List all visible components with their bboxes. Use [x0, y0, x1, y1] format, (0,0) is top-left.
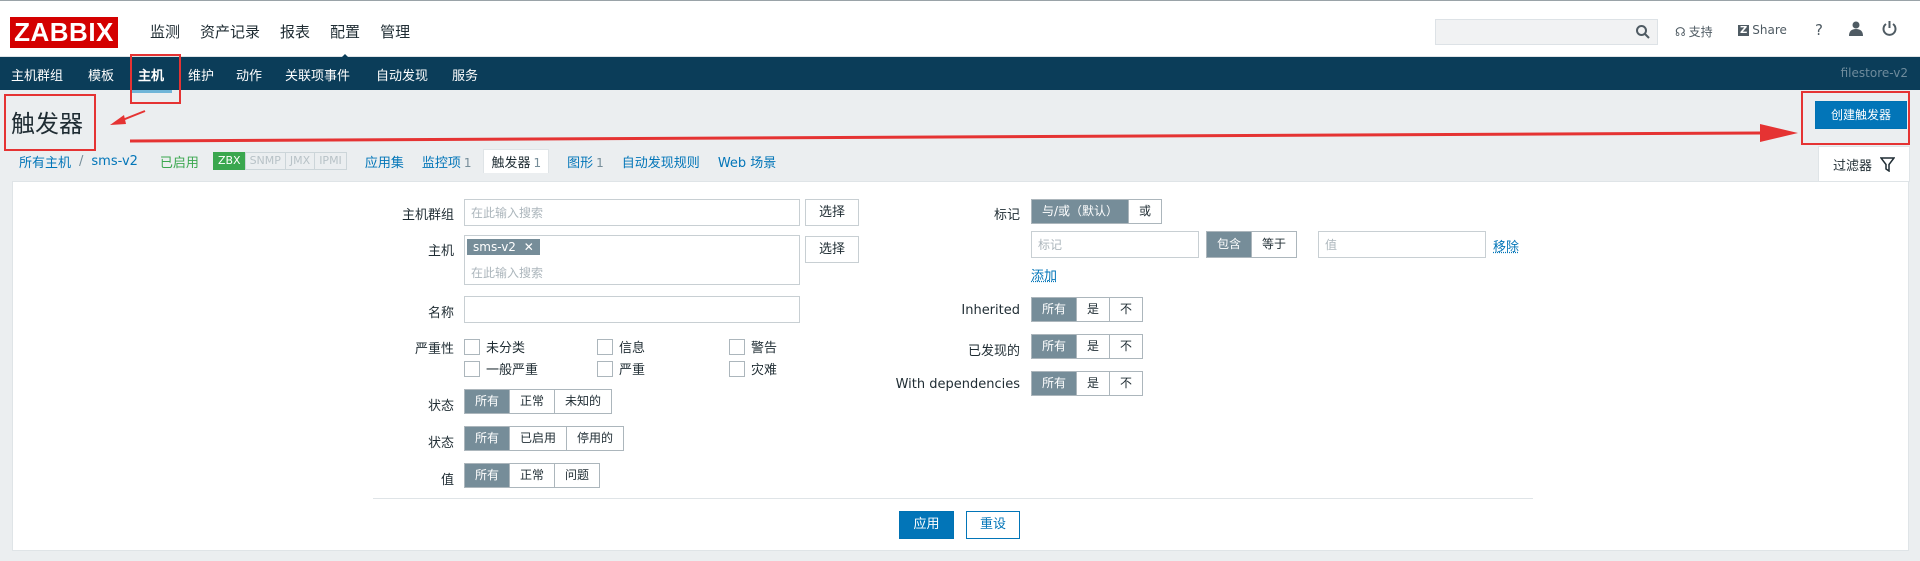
discovered-all[interactable]: 所有 [1032, 335, 1077, 358]
tag-operator-contains[interactable]: 包含 [1207, 232, 1252, 257]
dependencies-yes[interactable]: 是 [1076, 372, 1110, 395]
state-label: 状态 [427, 399, 454, 414]
host-search-placeholder: 在此输入搜索 [471, 266, 544, 280]
name-label: 名称 [427, 306, 454, 321]
annotation-box-hosts [130, 54, 181, 104]
tags-mode-toggle: 与/或（默认） 或 [1031, 199, 1163, 224]
value-problem[interactable]: 问题 [554, 464, 600, 487]
severity-not-classified[interactable]: 未分类 [464, 337, 525, 356]
dependencies-all[interactable]: 所有 [1032, 372, 1077, 395]
tab-web-scenarios[interactable]: Web 场景 [718, 152, 776, 171]
tag-name-input[interactable]: 标记 [1031, 231, 1199, 258]
inherited-yes[interactable]: 是 [1076, 298, 1110, 321]
severity-high[interactable]: 严重 [597, 359, 645, 378]
breadcrumb-host[interactable]: sms-v2 [91, 154, 138, 169]
breadcrumb: 所有主机 / sms-v2 已启用 ZBX SNMP JMX IPMI 应用集 … [19, 149, 776, 173]
status-label: 状态 [427, 436, 454, 451]
filter-panel [12, 181, 1909, 551]
inherited-toggle: 所有 是 不 [1031, 297, 1144, 322]
state-toggle: 所有 正常 未知的 [464, 389, 613, 414]
severity-average[interactable]: 一般严重 [464, 359, 538, 378]
dependencies-no[interactable]: 不 [1109, 372, 1143, 395]
tab-discovery-rules[interactable]: 自动发现规则 [622, 152, 700, 171]
value-toggle: 所有 正常 问题 [464, 463, 601, 488]
severity-warning[interactable]: 警告 [729, 337, 777, 356]
state-unknown[interactable]: 未知的 [554, 390, 612, 413]
tag-operator-toggle: 包含 等于 [1206, 231, 1298, 258]
tab-triggers[interactable]: 触发器 1 [483, 149, 550, 173]
host-chip[interactable]: sms-v2 ✕ [467, 239, 540, 255]
host-groups-input[interactable]: 在此输入搜索 [464, 199, 800, 226]
tags-mode-and-or[interactable]: 与/或（默认） [1032, 200, 1129, 223]
apply-button[interactable]: 应用 [899, 511, 954, 539]
value-all[interactable]: 所有 [465, 464, 510, 487]
discovered-yes[interactable]: 是 [1076, 335, 1110, 358]
tab-items[interactable]: 监控项 1 [422, 152, 472, 171]
severity-disaster[interactable]: 灾难 [729, 359, 777, 378]
availability-ipmi: IPMI [314, 152, 347, 170]
tag-operator-equals[interactable]: 等于 [1251, 232, 1297, 257]
severity-label: 严重性 [414, 342, 454, 357]
filter-tab[interactable]: 过滤器 [1818, 146, 1910, 182]
dependencies-toggle: 所有 是 不 [1031, 371, 1144, 396]
filter-icon [1880, 157, 1895, 172]
discovered-no[interactable]: 不 [1109, 335, 1143, 358]
host-groups-label: 主机群组 [401, 208, 454, 223]
availability-zbx: ZBX [212, 152, 246, 170]
breadcrumb-all-hosts[interactable]: 所有主机 [19, 152, 71, 171]
discovered-toggle: 所有 是 不 [1031, 334, 1144, 359]
annotation-box-create [1801, 91, 1910, 145]
host-status-enabled[interactable]: 已启用 [160, 152, 199, 171]
inherited-all[interactable]: 所有 [1032, 298, 1077, 321]
tags-label: 标记 [993, 208, 1020, 223]
tab-applications[interactable]: 应用集 [365, 152, 404, 171]
value-ok[interactable]: 正常 [509, 464, 555, 487]
host-groups-select-button[interactable]: 选择 [805, 199, 859, 226]
tag-add-link[interactable]: 添加 [1031, 265, 1057, 284]
availability-jmx: JMX [284, 152, 316, 170]
tag-remove-link[interactable]: 移除 [1493, 236, 1519, 255]
reset-button[interactable]: 重设 [966, 511, 1020, 539]
filter-tab-label: 过滤器 [1832, 159, 1872, 174]
status-toggle: 所有 已启用 停用的 [464, 426, 625, 451]
state-all[interactable]: 所有 [465, 390, 510, 413]
status-enabled[interactable]: 已启用 [509, 427, 567, 450]
tags-mode-or[interactable]: 或 [1128, 200, 1162, 223]
tab-graphs[interactable]: 图形 1 [567, 152, 604, 171]
inherited-no[interactable]: 不 [1109, 298, 1143, 321]
host-select-button[interactable]: 选择 [805, 236, 859, 263]
tag-value-input[interactable]: 值 [1318, 231, 1486, 258]
status-all[interactable]: 所有 [465, 427, 510, 450]
status-disabled[interactable]: 停用的 [566, 427, 624, 450]
filter-divider [373, 498, 1533, 499]
breadcrumb-separator: / [79, 153, 84, 169]
name-input[interactable] [464, 296, 800, 323]
remove-chip-icon[interactable]: ✕ [524, 240, 534, 254]
inherited-label: Inherited [961, 303, 1020, 318]
host-label: 主机 [427, 244, 454, 259]
availability-snmp: SNMP [244, 152, 286, 170]
discovered-label: 已发现的 [967, 344, 1020, 359]
state-normal[interactable]: 正常 [509, 390, 555, 413]
value-label: 值 [440, 473, 454, 488]
annotation-box-title [4, 94, 96, 151]
severity-information[interactable]: 信息 [597, 337, 645, 356]
dependencies-label: With dependencies [895, 377, 1020, 392]
